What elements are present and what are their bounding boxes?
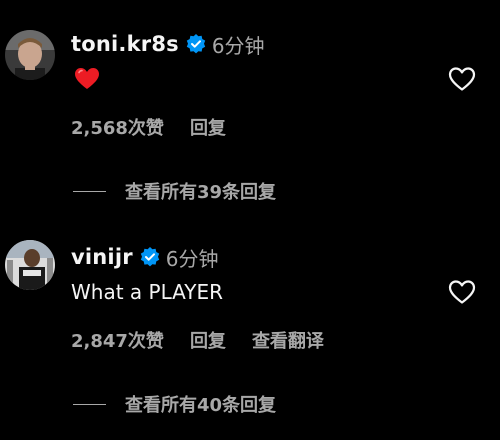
reply-button[interactable]: 回复 — [190, 327, 226, 353]
like-heart-icon[interactable] — [448, 66, 476, 92]
view-replies-button[interactable]: 查看所有39条回复 — [73, 179, 276, 203]
comment-meta: 2,847次赞 回复 查看翻译 — [71, 328, 324, 352]
verified-badge-icon — [140, 247, 160, 267]
comment-header: vinijr 6分钟 — [71, 242, 219, 272]
comment-header: toni.kr8s 6分钟 — [71, 29, 265, 59]
avatar-toni-kr8s[interactable] — [5, 30, 55, 80]
replies-divider — [73, 190, 106, 192]
view-replies-button[interactable]: 查看所有40条回复 — [73, 392, 276, 416]
view-replies-label: 查看所有39条回复 — [125, 182, 277, 203]
replies-divider — [73, 403, 106, 405]
username[interactable]: toni.kr8s — [71, 32, 179, 56]
verified-badge-icon — [186, 34, 206, 54]
comment-text: What a PLAYER — [71, 280, 224, 304]
like-count[interactable]: 2,568次赞 — [71, 114, 164, 140]
see-translation-button[interactable]: 查看翻译 — [252, 327, 324, 353]
comment-meta: 2,568次赞 回复 — [71, 115, 252, 139]
avatar-vinijr[interactable] — [5, 240, 55, 290]
like-count[interactable]: 2,847次赞 — [71, 327, 164, 353]
timestamp: 6分钟 — [165, 246, 219, 271]
like-heart-icon[interactable] — [448, 279, 476, 305]
reply-button[interactable]: 回复 — [190, 114, 226, 140]
red-heart-emoji — [74, 66, 100, 92]
timestamp: 6分钟 — [211, 33, 265, 58]
view-replies-label: 查看所有40条回复 — [125, 395, 277, 416]
username[interactable]: vinijr — [71, 245, 133, 269]
